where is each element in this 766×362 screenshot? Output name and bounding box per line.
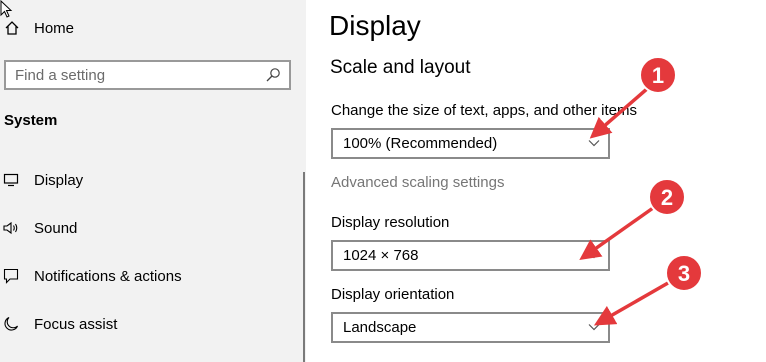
sidebar-item-label: Sound [34,219,78,237]
search-input[interactable] [15,66,289,84]
home-icon [5,21,19,35]
section-heading: Scale and layout [330,57,471,78]
scale-dropdown[interactable]: 100% (Recommended) [331,128,610,159]
monitor-icon [2,171,20,189]
resolution-dropdown[interactable]: 1024 × 768 [331,240,610,271]
chevron-down-icon [588,252,600,259]
chevron-down-icon [588,140,600,147]
scale-value: 100% (Recommended) [343,135,498,152]
chevron-down-icon [588,324,600,331]
home-label: Home [34,19,75,37]
resolution-label: Display resolution [331,214,450,231]
notification-icon [2,267,20,285]
sidebar-scrollbar[interactable] [303,172,305,362]
speaker-icon [2,219,20,237]
home-link[interactable]: Home [4,17,74,39]
section-title: System [4,112,58,129]
sidebar-item-focus-assist[interactable]: Focus assist [2,312,292,336]
search-box[interactable] [4,60,291,90]
main-content: Display Scale and layout Change the size… [306,0,766,362]
orientation-dropdown[interactable]: Landscape [331,312,610,343]
scale-label: Change the size of text, apps, and other… [331,102,638,119]
sidebar-item-label: Display [34,171,84,189]
orientation-value: Landscape [343,319,417,336]
advanced-scaling-link[interactable]: Advanced scaling settings [331,174,504,191]
sidebar-item-label: Focus assist [34,315,118,333]
sidebar-item-label: Notifications & actions [34,267,182,285]
search-icon[interactable] [265,67,281,83]
sidebar-item-sound[interactable]: Sound [2,216,292,240]
sidebar-item-notifications[interactable]: Notifications & actions [2,264,292,288]
orientation-label: Display orientation [331,286,455,303]
settings-sidebar: Home System Display Sound [0,0,306,362]
moon-icon [2,315,20,333]
sidebar-item-display[interactable]: Display [2,168,292,192]
page-title: Display [329,10,421,41]
resolution-value: 1024 × 768 [343,247,419,264]
